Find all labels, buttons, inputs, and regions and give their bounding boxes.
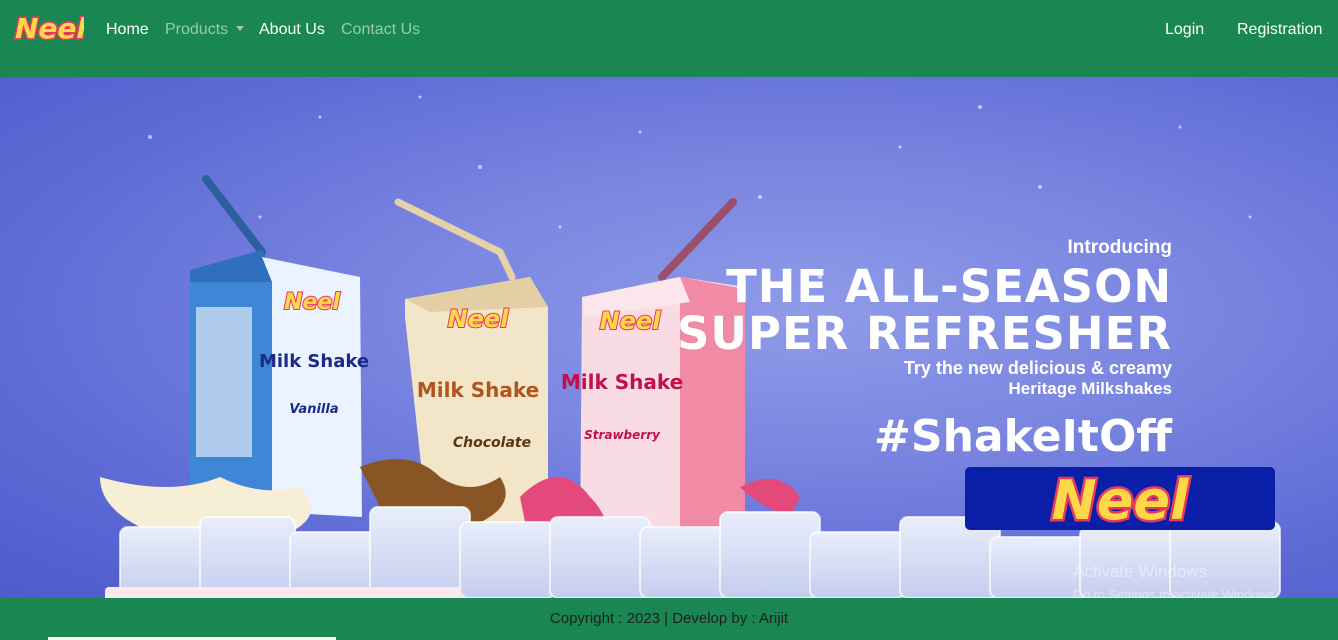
hero-headline-line2: SUPER REFRESHER <box>677 307 1172 360</box>
brand-logo[interactable]: Neel <box>12 10 88 47</box>
nav-contact-us[interactable]: Contact Us <box>341 20 420 40</box>
hero-headline-line1: THE ALL-SEASON <box>726 260 1172 313</box>
navbar: Neel Home Products About Us Contact Us L… <box>0 0 1338 77</box>
svg-text:Neel: Neel <box>15 12 84 45</box>
hero-heritage-line: Heritage Milkshakes <box>1008 379 1172 398</box>
nav-products-label: Products <box>165 21 229 38</box>
nav-home[interactable]: Home <box>106 20 149 40</box>
strawberry-brand: Neel <box>600 307 662 335</box>
footer: Copyright : 2023 | Develop by : Arijit <box>0 598 1338 640</box>
vanilla-flavor: Vanilla <box>289 402 338 417</box>
content-card-edge <box>105 587 461 598</box>
vanilla-brand: Neel <box>284 290 340 315</box>
hero-banner: Neel Milk Shake Vanilla Neel Milk Shake … <box>0 77 1338 598</box>
vanilla-carton <box>190 175 362 517</box>
strawberry-name: Milk Shake <box>561 370 683 394</box>
vanilla-name: Milk Shake <box>259 351 369 372</box>
nav-about-us[interactable]: About Us <box>259 20 325 40</box>
chocolate-brand: Neel <box>448 305 510 333</box>
login-link[interactable]: Login <box>1165 20 1204 40</box>
hero-intro: Introducing <box>1067 237 1172 258</box>
neel-logo-badge: Neel <box>965 467 1275 535</box>
svg-text:Neel: Neel <box>1052 469 1190 530</box>
activate-windows-title: Activate Windows <box>1073 562 1208 581</box>
strawberry-flavor: Strawberry <box>584 428 661 442</box>
activate-windows-hint: Go to Settings to activate Windows. <box>1073 587 1279 598</box>
registration-link[interactable]: Registration <box>1237 20 1322 40</box>
nav-products-dropdown[interactable]: Products <box>165 20 245 40</box>
chocolate-flavor: Chocolate <box>453 435 531 451</box>
hero-subtitle: Try the new delicious & creamy <box>903 358 1172 378</box>
hero-hashtag: #ShakeItOff <box>874 411 1172 462</box>
chocolate-name: Milk Shake <box>417 378 539 402</box>
chevron-down-icon <box>236 26 245 31</box>
footer-copyright: Copyright : 2023 | Develop by : Arijit <box>549 610 789 627</box>
